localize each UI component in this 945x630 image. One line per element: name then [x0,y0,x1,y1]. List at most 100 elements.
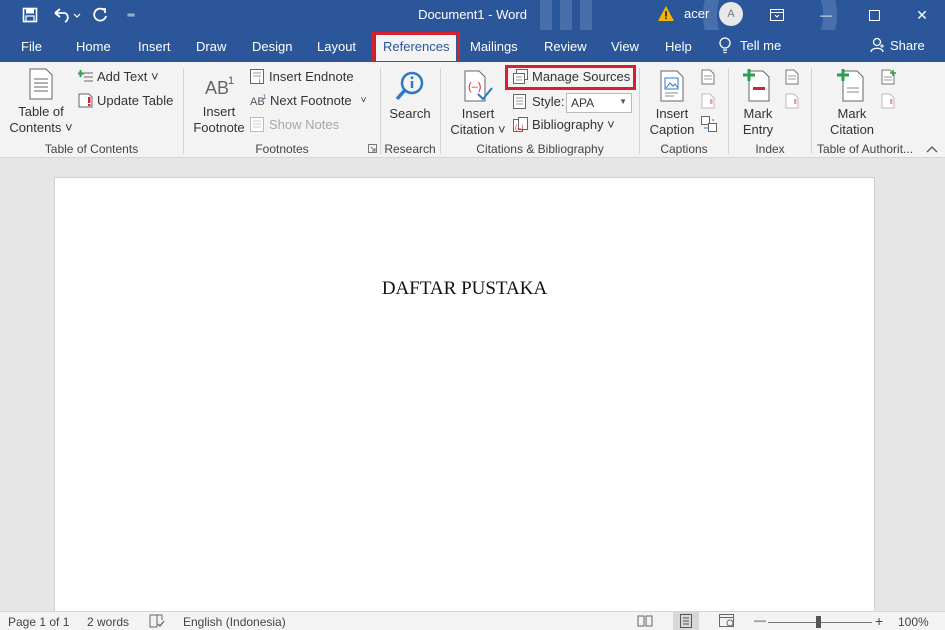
maximize-button[interactable] [851,0,897,30]
insert-index-icon[interactable] [785,69,799,88]
close-button[interactable]: ✕ [899,0,945,30]
style-label: Style: [513,94,565,109]
zoom-in-button[interactable]: + [875,613,883,629]
mark-entry-label-2: Entry [742,122,774,137]
insert-citation-icon: (–) [464,70,493,102]
add-text-button[interactable]: Add Text ˅ [78,69,159,84]
style-dropdown[interactable]: APA ▼ [566,93,632,113]
tab-insert[interactable]: Insert [138,39,171,54]
lightbulb-icon [719,37,731,54]
print-layout-icon[interactable] [673,612,699,630]
ribbon-tabs: File Home Insert Draw Design Layout Refe… [0,30,945,64]
update-table-button[interactable]: Update Table [78,93,173,108]
insert-footnote-button[interactable]: AB 1 Insert Footnote [190,74,248,136]
document-page[interactable]: DAFTAR PUSTAKA [54,177,875,617]
update-table-icon [78,93,93,108]
document-heading[interactable]: DAFTAR PUSTAKA [55,278,874,300]
insert-citation-label-1: Insert [461,106,495,121]
update-index-icon[interactable] [785,93,799,112]
style-label-text: Style: [532,94,565,109]
group-label-index: Index [755,142,785,156]
page-count[interactable]: Page 1 of 1 [8,615,69,629]
mark-citation-label-2: Citation [829,122,875,137]
table-of-contents-button[interactable]: Table of Contents ˅ [8,68,74,136]
search-icon [395,71,424,101]
tab-design[interactable]: Design [252,39,292,54]
show-notes-button[interactable]: Show Notes [250,117,339,132]
read-mode-icon[interactable] [637,614,653,630]
mark-citation-button[interactable]: Mark Citation [824,68,880,138]
footnote-icon: AB1 [205,75,234,98]
share-button[interactable]: Share [870,37,925,53]
tab-view[interactable]: View [611,39,639,54]
update-table-of-figures-icon[interactable] [701,93,715,112]
svg-text:(–): (–) [468,81,481,93]
insert-endnote-label: Insert Endnote [269,69,354,84]
tab-review[interactable]: Review [544,39,587,54]
minimize-button[interactable]: — [803,0,849,30]
search-label: Search [389,106,431,121]
mark-entry-icon [743,69,770,102]
language-indicator[interactable]: English (Indonesia) [183,615,286,629]
insert-caption-icon [660,70,684,102]
add-text-icon [78,69,93,81]
ribbon-display-options-icon[interactable] [754,0,800,30]
mark-citation-icon [837,69,864,102]
tab-help[interactable]: Help [665,39,692,54]
endnote-icon: i [250,69,264,84]
zoom-out-button[interactable]: — [754,613,766,627]
svg-text:(–): (–) [515,125,524,132]
cross-reference-icon[interactable] [701,116,717,135]
tab-layout[interactable]: Layout [317,39,356,54]
insert-table-of-authorities-icon[interactable] [881,69,897,88]
style-icon [513,94,526,109]
insert-footnote-label-2: Footnote [193,120,245,135]
update-table-of-authorities-icon[interactable] [881,93,895,112]
collapse-ribbon-icon[interactable] [926,144,938,156]
chevron-down-icon[interactable]: ˅ [361,95,367,106]
highlight-box [505,65,636,90]
avatar[interactable]: A [719,2,743,26]
svg-text:AB: AB [205,78,229,98]
mark-entry-button[interactable]: Mark Entry [734,68,782,138]
user-name[interactable]: acer [684,6,709,21]
group-label-footnotes: Footnotes [255,142,309,156]
proofing-icon[interactable] [149,614,165,630]
tab-draw[interactable]: Draw [196,39,226,54]
document-canvas: DAFTAR PUSTAKA [0,158,945,617]
svg-text:1: 1 [228,75,234,87]
word-count[interactable]: 2 words [87,615,129,629]
next-footnote-button[interactable]: AB 1 Next Footnote ˅ [250,93,367,108]
mark-citation-label-1: Mark [837,106,867,121]
search-button[interactable]: Search [386,70,434,122]
zoom-slider-handle[interactable] [816,616,821,628]
insert-caption-label-2: Caption [649,122,695,137]
ribbon: Table of Contents ˅ Add Text ˅ Update Ta… [0,62,945,158]
svg-text:1: 1 [263,95,267,101]
group-label-table-of-authorities: Table of Authorit... [816,142,914,156]
highlight-box [372,32,461,64]
update-table-label: Update Table [97,93,174,108]
next-footnote-icon: AB1 [250,95,267,108]
person-icon [870,37,884,53]
tell-me-box[interactable]: Tell me [718,37,781,54]
footnotes-dialog-launcher-icon[interactable] [368,144,377,155]
show-notes-label: Show Notes [269,117,340,132]
insert-citation-button[interactable]: (–) Insert Citation ˅ [446,70,510,138]
tab-home[interactable]: Home [76,39,111,54]
insert-caption-button[interactable]: Insert Caption [645,70,699,138]
web-layout-icon[interactable] [719,614,735,630]
tab-references[interactable]: References [372,32,461,64]
tab-file[interactable]: File [21,39,42,54]
insert-citation-label-2: Citation ˅ [450,122,506,137]
zoom-level[interactable]: 100% [898,615,929,629]
insert-endnote-button[interactable]: i Insert Endnote [250,69,354,84]
show-notes-icon [250,117,264,132]
bibliography-button[interactable]: (–) Bibliography ˅ [513,117,615,132]
insert-table-of-figures-icon[interactable] [701,69,715,88]
tab-mailings[interactable]: Mailings [470,39,518,54]
warning-icon[interactable] [657,5,675,25]
table-of-contents-label-2: Contents ˅ [9,120,73,135]
group-label-citations: Citations & Bibliography [476,142,604,156]
mark-entry-label-1: Mark [743,106,773,121]
